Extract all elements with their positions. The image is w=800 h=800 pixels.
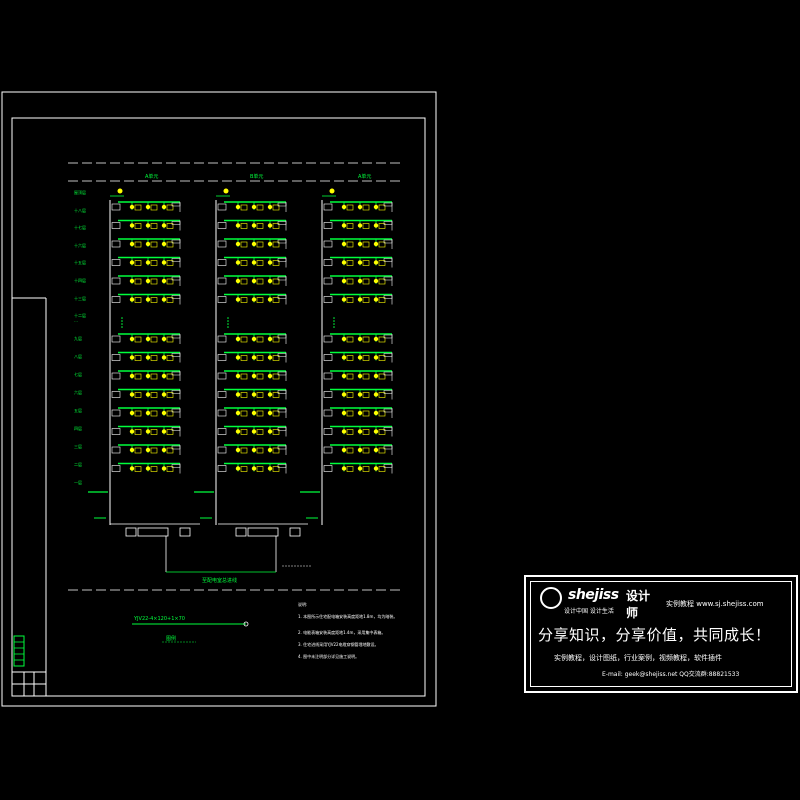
unit-riser [300,188,393,525]
floor-label: 屋顶层 [74,189,86,195]
banner-contact: E-mail: geek@shejiss.net QQ交流群:88821533 [602,671,740,678]
floor-label: … [74,318,78,323]
logo-sub: 设计中国 设计生活 [564,608,614,615]
notes: 说明: 1. 本图所示住宅配电箱安装高度距地1.8m，均为暗装。 2. 电能表箱… [298,601,397,659]
unit-label: A单元 [145,173,158,180]
logo-icon [540,587,562,609]
inner-frame [11,117,426,697]
title-stamp-green [13,635,25,667]
floor-label: 十五层 [74,259,86,265]
floor-label: 十四层 [74,277,86,283]
floor-label: 三层 [74,443,82,449]
site-line: 实例教程 www.sj.shejiss.com [666,600,764,608]
floor-label: 四层 [74,425,82,431]
note-3: 3. 住宅进线采用YJV22电缆穿钢管埋地敷设。 [298,641,379,647]
floor-label: 十七层 [74,224,86,230]
note-4: 4. 图中未注明部分详见施工说明。 [298,653,359,659]
floor-label: 七层 [74,371,82,377]
floor-label: 十六层 [74,242,86,248]
slogan: 分享知识，分享价值，共同成长！ [538,626,771,644]
banner-description: 实例教程，设计图纸，行业案例，视频教程，软件插件 [554,654,722,662]
legend: YJV22-4×120+1×70 图例 [132,616,249,643]
cable-note: YJV22-4×120+1×70 [133,616,185,622]
floor-label: 十八层 [74,207,86,213]
unit-label: B单元 [250,173,263,180]
floor-label: 二层 [74,461,82,467]
floor-label: 一层 [74,479,82,485]
watermark-banner: shejiss 设计师 设计中国 设计生活 实例教程 www.sj.shejis… [524,575,798,693]
unit-riser [194,188,287,525]
floor-label: 九层 [74,335,82,341]
main-cable-label: 至配电室总进线 [202,577,237,584]
logo-word: shejiss [568,587,619,603]
logo-cn: 设计师 [626,589,651,620]
legend-title: 图例 [166,635,176,642]
floor-label: 五层 [74,407,82,413]
floor-label: 十三层 [74,295,86,301]
note-1: 1. 本图所示住宅配电箱安装高度距地1.8m，均为暗装。 [298,613,397,619]
unit-riser [88,188,181,525]
floor-label: 六层 [74,389,82,395]
brand-logo: shejiss 设计师 设计中国 设计生活 [540,587,660,620]
floor-label: 八层 [74,353,82,359]
note-2: 2. 电能表箱安装高度距地1.4m，采用集中表箱。 [298,629,385,635]
notes-title: 说明: [298,601,307,607]
unit-label: A单元 [358,173,371,180]
